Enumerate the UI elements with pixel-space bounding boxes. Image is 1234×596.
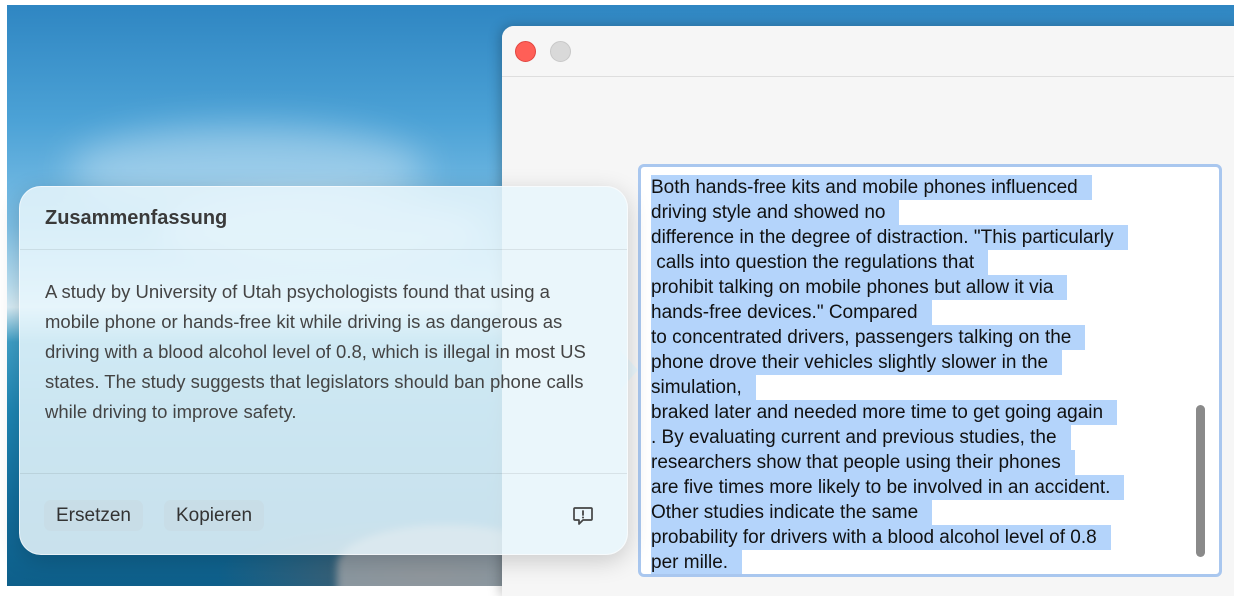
minimize-window-button[interactable] [550,41,571,62]
text-line: Other studies indicate the same [651,500,933,525]
title-bar [502,26,1234,77]
text-line: braked later and needed more time to get… [651,400,1118,425]
text-line: phone drove their vehicles slightly slow… [651,350,1063,375]
text-line: per mille. [651,550,743,574]
copy-button[interactable]: Kopieren [164,500,265,531]
text-line: prohibit talking on mobile phones but al… [651,275,1068,300]
replace-button[interactable]: Ersetzen [44,500,143,531]
text-editor[interactable]: Both hands-free kits and mobile phones i… [638,164,1222,577]
text-line: are five times more likely to be involve… [651,475,1125,500]
text-line: difference in the degree of distraction.… [651,225,1128,250]
text-line: probability for drivers with a blood alc… [651,525,1111,550]
text-line: simulation, [651,375,756,400]
text-line: Both hands-free kits and mobile phones i… [651,175,1092,200]
text-line: . By evaluating current and previous stu… [651,425,1071,450]
text-line: hands-free devices." Compared [651,300,932,325]
close-window-button[interactable] [515,41,536,62]
scrollbar[interactable] [1196,177,1205,567]
text-line: calls into question the regulations that [651,250,989,275]
scrollbar-thumb[interactable] [1196,405,1205,557]
summary-text: A study by University of Utah psychologi… [45,281,586,422]
text-line: driving style and showed no [651,200,900,225]
text-line: to concentrated drivers, passengers talk… [651,325,1086,350]
feedback-icon[interactable] [571,504,595,528]
divider [20,473,627,474]
popover-title: Zusammenfassung [45,207,228,229]
summary-popover: Zusammenfassung A study by University of… [19,186,628,555]
text-line: researchers show that people using their… [651,450,1075,475]
selected-text: Both hands-free kits and mobile phones i… [651,175,1189,574]
divider [20,249,627,250]
